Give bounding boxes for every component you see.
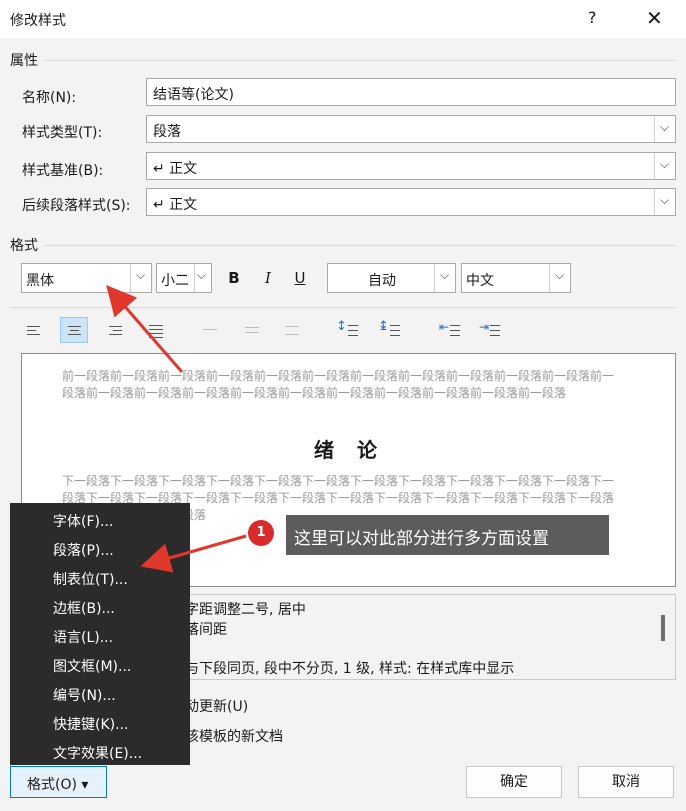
annotation-arrows <box>106 284 247 573</box>
modify-style-dialog: 修改样式 ? ✕ 属性 名称(N): 结语等(论文) 样式类型(T): 段落 ⌵ … <box>0 0 686 811</box>
arrow-to-font-select <box>106 284 184 373</box>
annotation-callout: 这里可以对此部分进行多方面设置 <box>286 515 609 555</box>
arrow-to-menu <box>140 534 247 573</box>
step-badge: 1 <box>248 520 274 546</box>
